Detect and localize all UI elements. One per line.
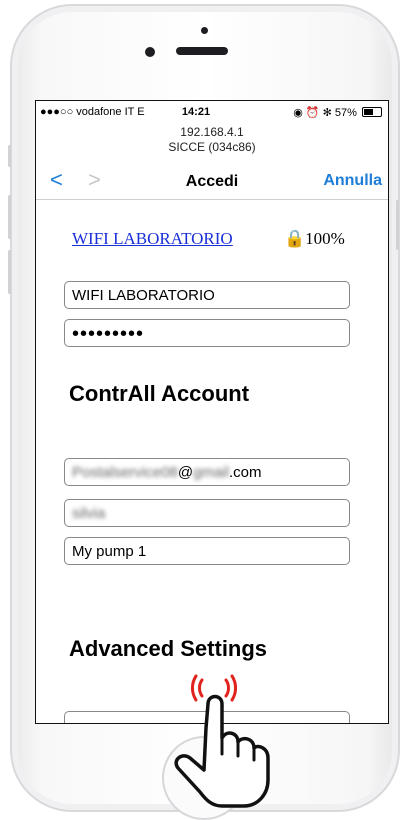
ssid-field[interactable]: WIFI LABORATORIO	[64, 281, 350, 309]
page-host: 192.168.4.1	[180, 125, 244, 139]
email-suffix: .com	[228, 464, 262, 481]
top-sensor	[201, 27, 208, 34]
volume-up-button	[8, 195, 11, 239]
email-field[interactable]: Postalservice08@gmail.com	[64, 458, 350, 486]
earpiece-speaker	[176, 47, 228, 55]
power-button	[396, 200, 399, 250]
email-blurred-domain: gmail	[193, 464, 229, 481]
username-field[interactable]: silvia	[64, 499, 350, 527]
status-right: ◉ ⏰ ✻ 57%	[293, 106, 382, 119]
email-blurred: Postalservice08	[72, 464, 178, 481]
password-field[interactable]: •••••••••	[64, 319, 350, 347]
device-name-field[interactable]: My pump 1	[64, 537, 350, 565]
navigation-bar: < > Accedi Annulla	[36, 157, 388, 200]
battery-icon	[362, 107, 382, 117]
signal-strength: 🔒100%	[284, 229, 345, 248]
tap-gesture-hand-icon	[174, 674, 270, 808]
account-heading: ContrAll Account	[69, 381, 250, 406]
page-device: SICCE (034c86)	[168, 140, 256, 154]
cancel-button[interactable]: Annulla	[323, 172, 382, 190]
wifi-network-link[interactable]: WIFI LABORATORIO	[72, 229, 233, 249]
status-bar: ●●●○○ vodafone IT E 14:21 ◉ ⏰ ✻ 57%	[36, 101, 388, 123]
front-camera	[145, 47, 155, 57]
carrier-label: ●●●○○ vodafone IT E	[40, 106, 145, 118]
phone-screen: ●●●○○ vodafone IT E 14:21 ◉ ⏰ ✻ 57% 192.…	[35, 100, 389, 724]
volume-down-button	[8, 250, 11, 294]
status-indicators: ◉ ⏰ ✻ 57%	[293, 107, 357, 119]
mute-switch	[8, 145, 11, 167]
clock: 14:21	[181, 106, 211, 118]
username-blurred: silvia	[72, 505, 106, 522]
email-at: @	[177, 464, 194, 481]
advanced-heading: Advanced Settings	[69, 636, 268, 661]
